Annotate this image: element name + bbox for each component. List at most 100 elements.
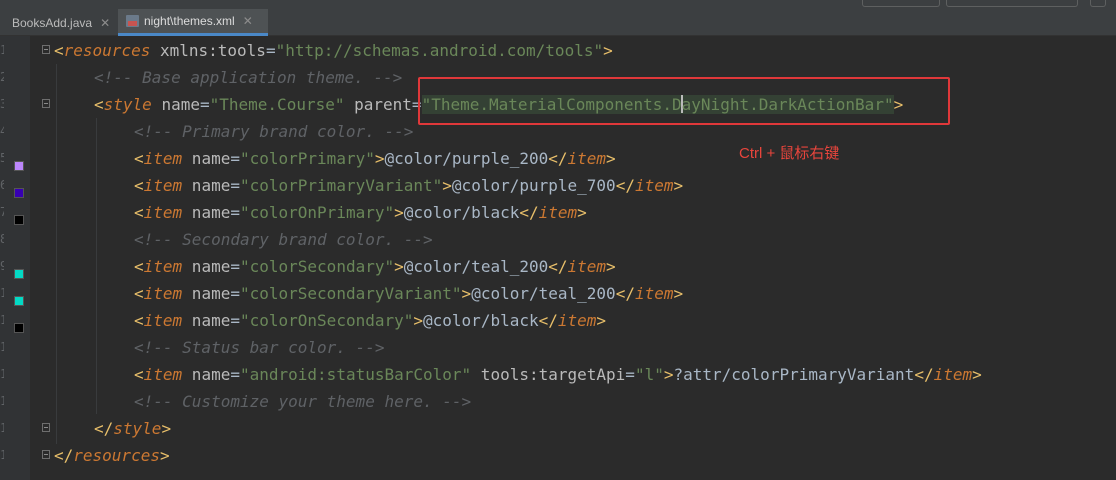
token: item: [143, 311, 183, 330]
code-line-5[interactable]: <item name="colorPrimary">@color/purple_…: [134, 145, 616, 172]
line-number: 2: [0, 70, 4, 84]
token: <: [134, 176, 144, 195]
token: =: [230, 365, 240, 384]
indent-guide: [56, 64, 57, 444]
token: name: [182, 365, 231, 384]
code-line-6[interactable]: <item name="colorPrimaryVariant">@color/…: [134, 172, 683, 199]
token: </: [615, 176, 635, 195]
token: style: [103, 95, 152, 114]
token: item: [143, 203, 183, 222]
color-swatch-teal-200[interactable]: [14, 296, 24, 306]
token: >: [394, 203, 404, 222]
tab-books-add-java[interactable]: BooksAdd.java ✕: [0, 9, 116, 36]
token: =: [230, 203, 240, 222]
line-number: 1: [0, 286, 4, 300]
comment: <!-- Primary brand color. -->: [134, 122, 414, 141]
toolbar-widget[interactable]: [946, 0, 1078, 7]
code-line-10[interactable]: <item name="colorSecondaryVariant">@colo…: [134, 280, 683, 307]
token: item: [567, 257, 607, 276]
line-number: 1: [0, 367, 4, 381]
color-swatch-black[interactable]: [14, 215, 24, 225]
token: =: [265, 41, 276, 60]
token: item: [143, 365, 183, 384]
token: >: [606, 149, 616, 168]
token: item: [557, 311, 597, 330]
token: "colorOnPrimary": [239, 203, 395, 222]
token: </: [519, 203, 539, 222]
tab-label: night\themes.xml: [144, 14, 235, 28]
code-line-1[interactable]: <resources xmlns:tools="http://schemas.a…: [54, 37, 613, 64]
color-swatch-black[interactable]: [14, 323, 24, 333]
code-line-16[interactable]: </resources>: [54, 442, 170, 469]
token: >: [972, 365, 982, 384]
code-line-8[interactable]: <!-- Secondary brand color. -->: [134, 226, 433, 253]
toolbar-widget[interactable]: [862, 0, 940, 7]
line-number: 1: [0, 313, 4, 327]
indent-guide: [96, 118, 97, 414]
token: ?attr/colorPrimaryVariant: [673, 365, 915, 384]
token: >: [394, 257, 404, 276]
token: "colorPrimary": [239, 149, 375, 168]
code-line-2[interactable]: <!-- Base application theme. -->: [94, 64, 402, 91]
annotation-highlight-box: [418, 77, 950, 125]
token: >: [442, 176, 452, 195]
token: item: [567, 149, 607, 168]
code-line-7[interactable]: <item name="colorOnPrimary">@color/black…: [134, 199, 587, 226]
color-swatch-purple-700[interactable]: [14, 188, 24, 198]
token: item: [634, 284, 674, 303]
close-icon[interactable]: ✕: [100, 16, 110, 30]
xml-file-icon: [126, 15, 139, 27]
token: resources: [63, 41, 151, 60]
token: @color/black: [403, 203, 520, 222]
line-number: 1: [0, 340, 4, 354]
color-swatch-teal-200[interactable]: [14, 269, 24, 279]
token: >: [577, 203, 587, 222]
token: <: [54, 41, 64, 60]
fold-marker[interactable]: [42, 99, 50, 108]
line-number: 3: [0, 97, 4, 111]
token: name: [182, 149, 231, 168]
line-number: 1: [0, 43, 4, 57]
tab-night-themes-xml[interactable]: night\themes.xml ✕: [118, 9, 268, 36]
token: name: [151, 95, 200, 114]
line-number: 5: [0, 151, 4, 165]
comment: <!-- Secondary brand color. -->: [134, 230, 433, 249]
token: =: [625, 365, 635, 384]
close-icon[interactable]: ✕: [243, 14, 253, 28]
token: <: [134, 311, 144, 330]
comment: <!-- Base application theme. -->: [94, 68, 403, 87]
fold-marker[interactable]: [42, 450, 50, 459]
token: =: [230, 284, 240, 303]
token: xmlns:tools: [150, 41, 266, 60]
toolbar-widget[interactable]: [1090, 0, 1106, 7]
token: @color/teal_200: [471, 284, 616, 303]
token: </: [914, 365, 934, 384]
token: </: [538, 311, 558, 330]
code-line-15[interactable]: </style>: [94, 415, 171, 442]
token: @color/purple_200: [384, 149, 549, 168]
color-swatch-purple-200[interactable]: [14, 161, 24, 171]
code-line-13[interactable]: <item name="android:statusBarColor" tool…: [134, 361, 982, 388]
token: >: [159, 446, 170, 465]
fold-marker[interactable]: [42, 45, 50, 54]
token: item: [143, 149, 183, 168]
token: name: [182, 203, 231, 222]
token: <: [94, 95, 104, 114]
comment: <!-- Customize your theme here. -->: [134, 392, 472, 411]
code-line-12[interactable]: <!-- Status bar color. -->: [134, 334, 384, 361]
code-line-14[interactable]: <!-- Customize your theme here. -->: [134, 388, 471, 415]
code-line-11[interactable]: <item name="colorOnSecondary">@color/bla…: [134, 307, 606, 334]
code-line-9[interactable]: <item name="colorSecondary">@color/teal_…: [134, 253, 616, 280]
token: item: [634, 176, 674, 195]
token: name: [182, 176, 231, 195]
token: name: [182, 311, 231, 330]
token: <: [134, 257, 144, 276]
token: =: [230, 311, 240, 330]
token: <: [134, 203, 144, 222]
token: >: [413, 311, 424, 330]
code-line-4[interactable]: <!-- Primary brand color. -->: [134, 118, 413, 145]
tab-label: BooksAdd.java: [12, 15, 93, 30]
token: >: [673, 284, 684, 303]
fold-marker[interactable]: [42, 423, 50, 432]
token: =: [230, 257, 240, 276]
